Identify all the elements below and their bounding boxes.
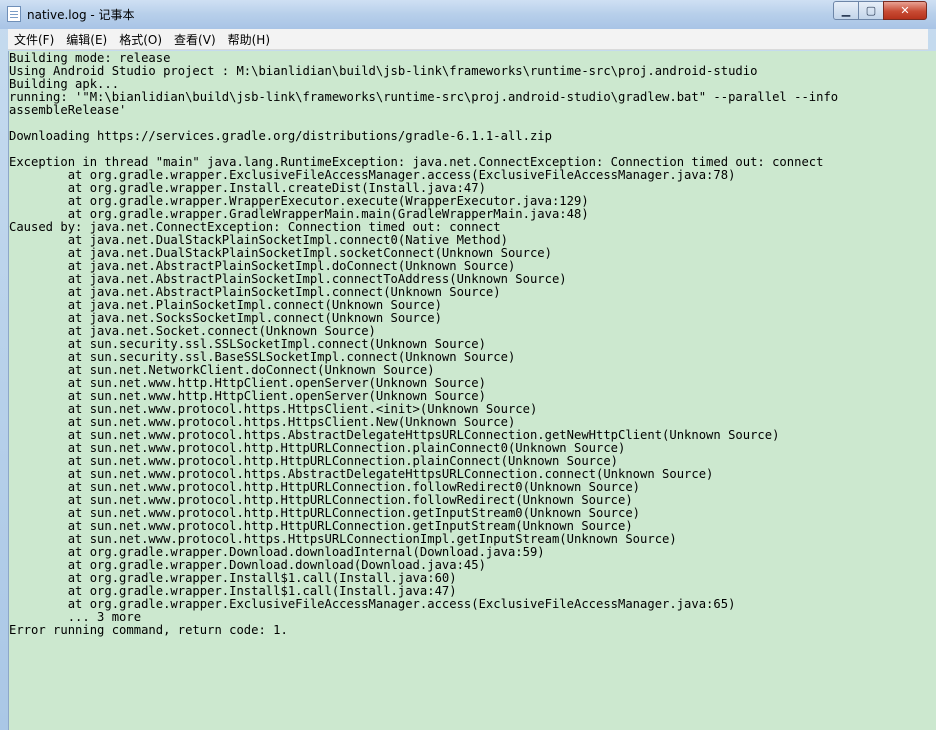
log-line: Using Android Studio project : M:\bianli… (9, 64, 758, 78)
menu-edit[interactable]: 编辑(E) (60, 31, 113, 48)
log-text[interactable]: Building mode: release Using Android Stud… (9, 51, 936, 637)
maximize-button[interactable]: ▢ (858, 1, 884, 20)
log-line: running: '"M:\bianlidian\build\jsb-link\… (9, 90, 839, 104)
title-bar[interactable]: native.log - 记事本 ▁ ▢ ✕ (0, 0, 936, 29)
log-line: Error running command, return code: 1. (9, 623, 288, 637)
notepad-window: native.log - 记事本 ▁ ▢ ✕ 文件(F) 编辑(E) 格式(O)… (0, 0, 936, 730)
text-editor-area[interactable]: Building mode: release Using Android Stud… (8, 51, 936, 730)
menu-bar: 文件(F) 编辑(E) 格式(O) 查看(V) 帮助(H) (8, 29, 928, 50)
menu-file[interactable]: 文件(F) (8, 31, 60, 48)
caption-buttons: ▁ ▢ ✕ (833, 1, 927, 20)
notepad-app-icon[interactable] (7, 6, 21, 22)
close-button[interactable]: ✕ (883, 1, 927, 20)
log-line: assembleRelease' (9, 103, 127, 117)
menu-view[interactable]: 查看(V) (168, 31, 222, 48)
minimize-button[interactable]: ▁ (833, 1, 859, 20)
window-title: native.log - 记事本 (27, 8, 135, 22)
log-line: at org.gradle.wrapper.ExclusiveFileAcces… (9, 597, 736, 611)
menu-format[interactable]: 格式(O) (113, 31, 168, 48)
menu-help[interactable]: 帮助(H) (222, 31, 276, 48)
log-line: Downloading https://services.gradle.org/… (9, 129, 552, 143)
